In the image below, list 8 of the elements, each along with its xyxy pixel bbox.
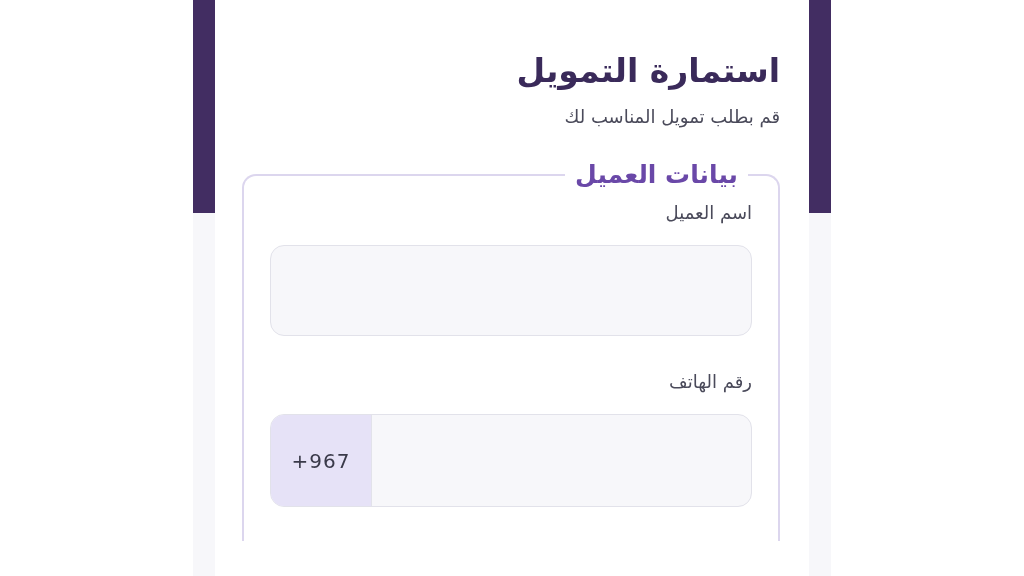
phone-field[interactable]: +967 (270, 414, 752, 507)
section-title: بيانات العميل (574, 160, 739, 189)
field-label: رقم الهاتف (668, 370, 752, 394)
country-code: +967 (271, 415, 372, 506)
form-title: استمارة التمويل (515, 50, 780, 92)
form-subtitle: قم بطلب تمويل المناسب لك (563, 105, 780, 130)
input-field[interactable] (270, 245, 752, 336)
field-label: اسم العميل (664, 201, 752, 225)
